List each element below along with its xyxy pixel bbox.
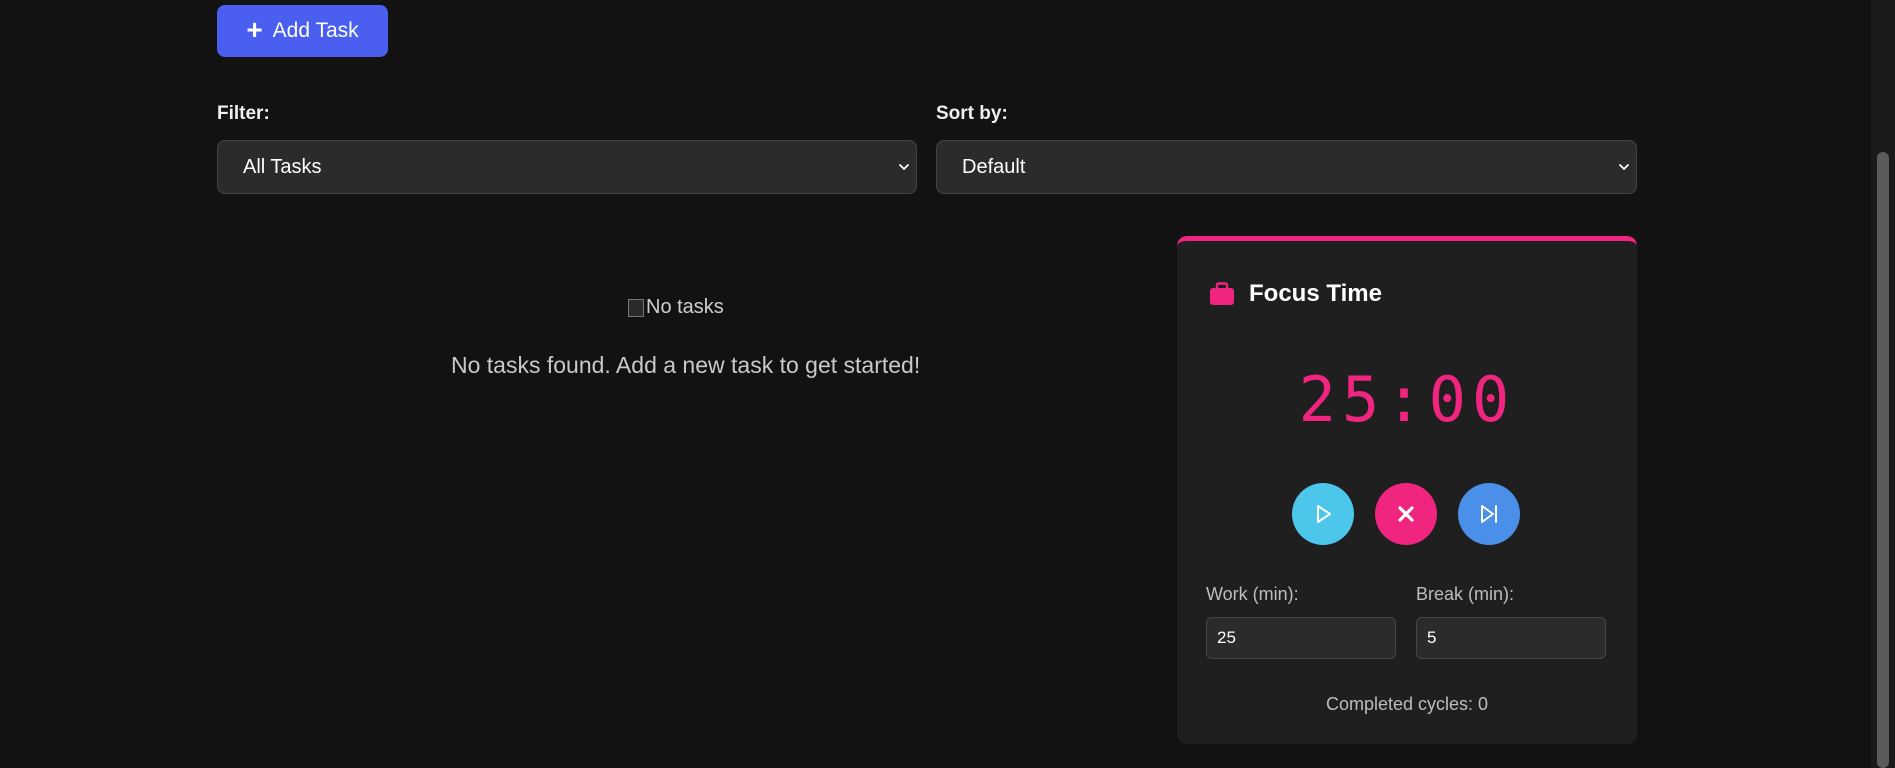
app-page: + Add Task Filter: All Tasks Sort by: De… [0,0,1895,768]
chevron-down-icon [899,164,909,170]
scrollbar[interactable] [1871,0,1895,768]
focus-timer-card: Focus Time 25:00 Work (min): 25 Break (m… [1177,236,1637,744]
timer-display: 25:00 [1298,363,1516,436]
skip-button[interactable] [1458,483,1520,545]
empty-state-image: No tasks [628,296,724,319]
add-task-label: Add Task [272,19,359,42]
filter-select[interactable]: All Tasks [217,140,917,194]
focus-title-text: Focus Time [1249,280,1382,307]
work-duration-input[interactable]: 25 [1206,617,1396,659]
focus-title: Focus Time [1209,280,1382,308]
filter-label: Filter: [217,103,270,124]
completed-cycles: Completed cycles: 0 [1325,694,1489,714]
reset-button[interactable] [1375,483,1437,545]
empty-state-image-alt: No tasks [646,296,724,318]
play-button[interactable] [1292,483,1354,545]
sort-selected-value: Default [962,155,1026,178]
break-duration-input[interactable]: 5 [1416,617,1606,659]
broken-image-icon [628,298,644,317]
add-task-button[interactable]: + Add Task [217,5,388,57]
chevron-down-icon [1619,164,1629,170]
break-duration-label: Break (min): [1416,584,1515,604]
play-icon [1317,505,1331,523]
sort-select[interactable]: Default [936,140,1637,194]
skip-next-icon [1481,505,1497,523]
filter-selected-value: All Tasks [243,155,322,178]
break-duration-value: 5 [1427,628,1437,647]
empty-state-message: No tasks found. Add a new task to get st… [451,352,921,378]
work-duration-label: Work (min): [1206,584,1299,604]
sort-label: Sort by: [936,103,1008,124]
plus-icon: + [246,14,263,45]
work-duration-value: 25 [1217,628,1236,647]
scrollbar-thumb[interactable] [1877,152,1889,768]
close-icon [1398,506,1414,522]
briefcase-icon [1210,282,1234,305]
